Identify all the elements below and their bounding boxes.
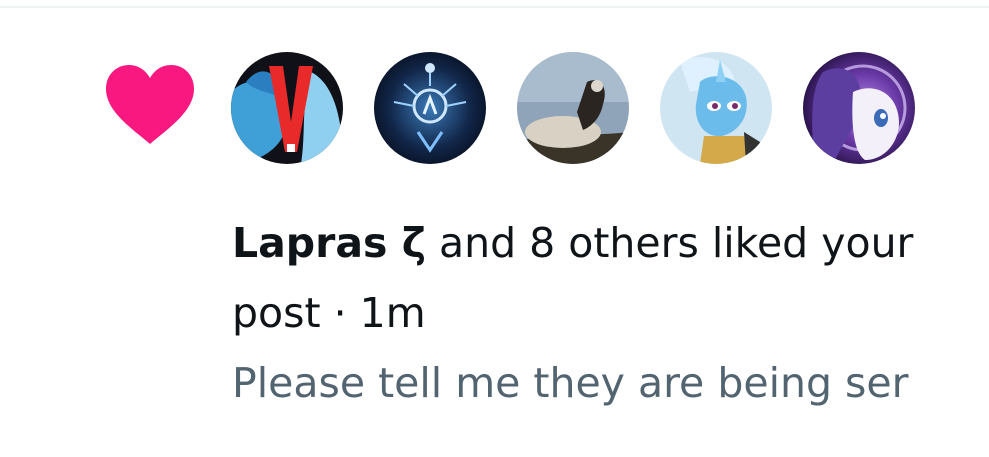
notification-text: Lapras ζ and 8 others liked your post · …	[232, 208, 989, 418]
post-preview[interactable]: Please tell me they are being ser	[232, 348, 989, 418]
avatar[interactable]	[803, 52, 915, 164]
divider	[0, 6, 989, 8]
avatar[interactable]	[231, 52, 343, 164]
notification-summary: Lapras ζ and 8 others liked your	[232, 208, 989, 278]
avatar-image	[231, 52, 343, 164]
separator: ·	[320, 289, 360, 337]
like-notification[interactable]: Lapras ζ and 8 others liked your post · …	[0, 0, 989, 457]
notification-meta: post · 1m	[232, 278, 989, 348]
avatar[interactable]	[660, 52, 772, 164]
action-text: and 8 others liked your	[425, 219, 914, 267]
avatar[interactable]	[374, 52, 486, 164]
timestamp: 1m	[359, 289, 426, 337]
heart-icon	[106, 65, 194, 144]
avatar-image	[517, 52, 629, 164]
object-text: post	[232, 289, 321, 337]
avatar[interactable]	[517, 52, 629, 164]
avatar-image	[660, 52, 772, 164]
avatar-image	[374, 52, 486, 164]
actor-name[interactable]: Lapras ζ	[232, 219, 426, 267]
avatar-image	[803, 52, 915, 164]
